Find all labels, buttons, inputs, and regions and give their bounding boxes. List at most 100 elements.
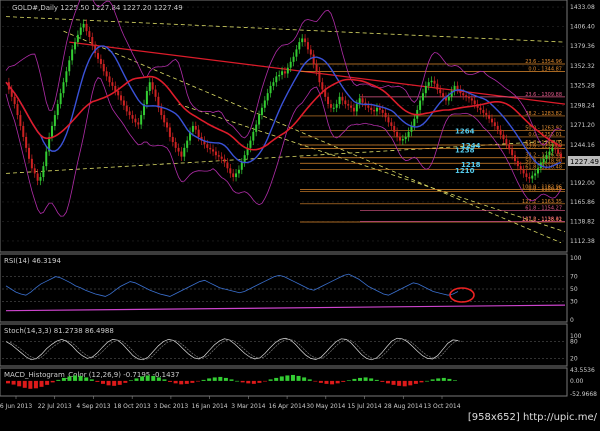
candle-body <box>125 105 128 112</box>
candle-body <box>194 126 197 130</box>
candle-body <box>378 107 381 110</box>
macd-histogram-bar <box>302 377 307 381</box>
fib-level-label: 0.0 - 1344.87 <box>528 66 562 72</box>
macd-histogram-bar <box>17 380 22 387</box>
candle-body <box>511 149 514 156</box>
candle-body <box>413 118 416 126</box>
x-tick-label: 28 Aug 2014 <box>384 403 423 410</box>
macd-histogram-bar <box>28 380 33 389</box>
candle-body <box>88 31 91 38</box>
main-y-axis: 1433.08 1406.40 1379.36 1352.32 1325.28 1298.… <box>570 4 595 245</box>
candle-body <box>439 89 442 94</box>
macd-histogram-bar <box>425 380 430 382</box>
candle-body <box>436 83 439 90</box>
macd-histogram-bar <box>335 380 340 384</box>
macd-histogram-bar <box>402 380 407 387</box>
candle-body <box>145 90 148 105</box>
candle-body <box>19 115 22 126</box>
rsi-y-tick-label: 0 <box>570 317 574 324</box>
price-annotation: 1210 <box>455 167 475 175</box>
main-y-tick-label: 1406.40 <box>570 24 595 31</box>
macd-histogram-bar <box>346 380 351 381</box>
macd-histogram-bar <box>447 378 452 381</box>
candle-body <box>191 126 194 132</box>
candle-body <box>421 93 424 101</box>
candle-body <box>522 169 525 174</box>
macd-histogram-bar <box>341 380 346 382</box>
stoch-header: Stoch(14,3,3) 81.2738 86.4988 <box>4 327 114 335</box>
macd-histogram-bar <box>229 379 234 381</box>
candle-body <box>249 140 252 148</box>
macd-histogram-bar <box>307 379 312 381</box>
candle-body <box>30 158 33 169</box>
macd-histogram-bar <box>257 380 262 383</box>
candle-body <box>398 136 401 141</box>
macd-histogram-bar <box>313 380 318 382</box>
macd-histogram-bar <box>324 380 329 384</box>
candle-body <box>160 107 163 116</box>
macd-histogram-bar <box>145 375 150 381</box>
candle-body <box>232 173 235 178</box>
rsi-y-tick-label: 30 <box>570 298 578 305</box>
candle-body <box>68 60 71 72</box>
candle-body <box>85 23 88 32</box>
macd-histogram-bar <box>190 380 195 383</box>
macd-histogram-bar <box>358 377 363 381</box>
candle-body <box>442 93 445 97</box>
candle-body <box>557 149 560 154</box>
candle-body <box>387 117 390 123</box>
main-y-tick-label: 1298.24 <box>570 102 595 109</box>
macd-histogram-bar <box>11 380 16 385</box>
macd-histogram-bar <box>89 379 94 381</box>
candle-body <box>341 96 344 101</box>
macd-histogram-bar <box>380 380 385 382</box>
candle-body <box>430 80 433 83</box>
candle-body <box>237 169 240 174</box>
candle-body <box>467 96 470 99</box>
candle-body <box>16 104 19 116</box>
macd-histogram-bar <box>67 376 72 381</box>
candle-body <box>76 34 79 43</box>
macd-histogram-bar <box>397 380 402 386</box>
macd-histogram-bar <box>246 380 251 384</box>
candle-body <box>301 38 304 43</box>
x-tick-label: 30 May 2014 <box>306 403 345 410</box>
macd-histogram-bar <box>33 380 38 389</box>
macd-histogram-bar <box>436 378 441 381</box>
main-y-tick-label: 1379.36 <box>570 43 595 50</box>
macd-histogram-bar <box>50 380 55 383</box>
candle-body <box>381 109 384 113</box>
candle-body <box>166 122 169 128</box>
macd-histogram-bar <box>22 380 27 388</box>
macd-histogram-bar <box>419 380 424 383</box>
candle-body <box>499 129 502 135</box>
macd-histogram-bar <box>6 380 10 384</box>
candle-body <box>272 82 275 86</box>
candle-body <box>465 95 468 97</box>
candle-body <box>321 82 324 90</box>
candle-body <box>401 139 404 141</box>
candle-body <box>140 115 143 125</box>
macd-histogram-bar <box>156 377 161 381</box>
macd-histogram-bar <box>318 380 323 383</box>
macd-histogram-bar <box>162 379 167 381</box>
macd-histogram-bar <box>274 377 279 381</box>
candle-body <box>174 142 177 148</box>
candle-body <box>508 144 511 150</box>
macd-histogram-bar <box>223 377 228 381</box>
macd-histogram-bar <box>212 377 217 381</box>
main-y-tick-label: 1433.08 <box>570 4 595 11</box>
rsi-header: RSI(14) 46.3194 <box>4 257 61 265</box>
candle-body <box>502 134 505 140</box>
candle-body <box>327 96 330 105</box>
candle-body <box>266 93 269 101</box>
macd-histogram-bar <box>84 377 89 381</box>
candle-body <box>545 155 548 159</box>
macd-y-axis: 43.5536 0.00 -52.9668 <box>570 367 597 398</box>
macd-histogram-bar <box>235 380 240 382</box>
main-y-tick-label: 1271.20 <box>570 122 595 129</box>
candle-body <box>298 42 301 50</box>
candle-body <box>286 67 289 74</box>
candle-body <box>470 98 473 101</box>
x-tick-label: 6 Jun 2013 <box>0 403 32 410</box>
